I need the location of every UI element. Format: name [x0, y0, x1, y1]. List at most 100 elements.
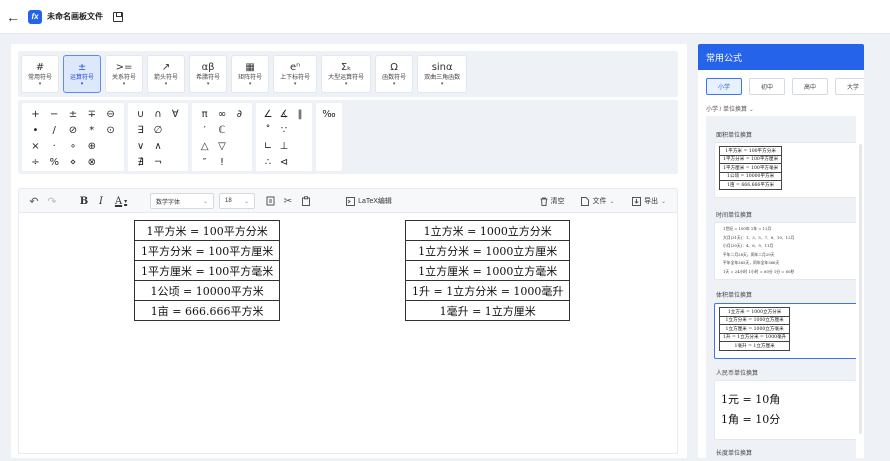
symbol-button[interactable]: ∂ — [231, 106, 248, 122]
symbol-button[interactable]: ¬ — [149, 154, 166, 170]
breadcrumb[interactable]: 小学 / 单位换算 ⌄ — [706, 104, 754, 113]
symbol-button[interactable]: ∡ — [276, 106, 292, 122]
symbol-button[interactable]: ∧ — [149, 138, 166, 154]
formula-cell[interactable]: 1平方米 = 100平方分米 — [718, 146, 783, 156]
formula-cell[interactable]: 1立方厘米 = 1000立方毫米 — [404, 260, 571, 281]
sidebar-scrollbar[interactable] — [859, 144, 862, 434]
redo-icon[interactable]: ↷ — [45, 189, 59, 213]
symbol-button[interactable]: * — [82, 122, 101, 138]
formula-cell[interactable]: 1毫升 = 1立方厘米 — [718, 341, 791, 351]
tab-6[interactable]: eⁿ 上下标符号 ▾ — [273, 55, 318, 93]
symbol-button[interactable]: ∘ — [64, 138, 83, 154]
symbol-button[interactable]: ∩ — [149, 106, 166, 122]
formula-cell[interactable]: 1升 = 1立方分米 = 1000毫升 — [404, 280, 571, 301]
symbol-button[interactable]: ⊕ — [82, 138, 101, 154]
formula-cell[interactable]: 1平方厘米 = 100平方毫米 — [718, 163, 783, 173]
symbol-button[interactable]: ∠ — [260, 106, 276, 122]
tab-5[interactable]: ▦ 矩阵符号 ▾ — [231, 55, 270, 93]
formula-cell[interactable]: 1立方分米 = 1000立方厘米 — [718, 315, 791, 325]
tab-9[interactable]: sinα 双曲三角函数 ▾ — [417, 55, 468, 93]
clear-button[interactable]: 清空 — [535, 189, 569, 213]
text-color-icon[interactable]: A ▾ — [111, 189, 131, 213]
symbol-button[interactable]: ⊗ — [82, 154, 101, 170]
symbol-button[interactable]: ∃ — [132, 122, 149, 138]
level-tab-3[interactable]: 大学 — [835, 78, 864, 95]
symbol-button[interactable]: + — [26, 106, 45, 122]
formula-cell[interactable]: 1平方厘米 = 100平方毫米 — [133, 260, 281, 281]
file-menu-button[interactable]: 文件 ⌄ — [577, 189, 619, 213]
symbol-button[interactable]: ∟ — [260, 138, 276, 154]
tab-4[interactable]: αβ 希腊符号 ▾ — [189, 55, 228, 93]
symbol-button[interactable]: ⊙ — [101, 122, 120, 138]
latex-edit-button[interactable]: LaTeX编辑 — [341, 189, 397, 213]
formula-cell[interactable]: 1平方分米 = 100平方厘米 — [133, 240, 281, 261]
formula-cell[interactable]: 1亩 = 666.666平方米 — [718, 180, 783, 190]
formula-card-area[interactable]: 1平方米 = 100平方分米 1平方分米 = 100平方厘米 1平方厘米 = 100… — [714, 142, 856, 198]
symbol-button[interactable]: ˚ — [260, 122, 276, 138]
symbol-button[interactable]: ⊘ — [64, 122, 83, 138]
symbol-button[interactable]: ⊖ — [101, 106, 120, 122]
symbol-button[interactable]: ∅ — [149, 122, 166, 138]
bold-icon[interactable]: B — [77, 189, 91, 213]
symbol-button[interactable]: ▽ — [213, 138, 230, 154]
tab-8[interactable]: Ω 函数符号 ▾ — [375, 55, 414, 93]
symbol-button[interactable]: / — [45, 122, 64, 138]
symbol-button[interactable]: π — [196, 106, 213, 122]
font-size-select[interactable]: 18 ⌄ — [219, 193, 255, 209]
formula-card-volume[interactable]: 1立方米 = 1000立方分米 1立方分米 = 1000立方厘米 1立方厘米 = 1… — [714, 303, 856, 359]
volume-conversion-table[interactable]: 1立方米 = 1000立方分米 1立方分米 = 1000立方厘米 1立方厘米 = 1… — [404, 220, 571, 321]
tab-1[interactable]: ± 运算符号 ▾ — [63, 55, 102, 93]
export-menu-button[interactable]: 导出 ⌄ — [627, 189, 671, 213]
italic-icon[interactable]: I — [94, 189, 108, 213]
formula-card-time[interactable]: 1世纪 = 100年 1年 = 12月 大月(31天)：1、3、5、7、8、10、… — [714, 222, 856, 280]
formula-card-rmb[interactable]: 1元 = 10角 1角 = 10分 — [714, 380, 856, 440]
symbol-button[interactable]: ′ — [196, 122, 213, 138]
symbol-button[interactable]: ∓ — [82, 106, 101, 122]
formula-cell[interactable]: 1亩 = 666.666平方米 — [133, 300, 281, 321]
level-tab-0[interactable]: 小学 — [706, 78, 742, 95]
tab-0[interactable]: # 常用符号 ▾ — [21, 55, 60, 93]
formula-cell[interactable]: 1平方米 = 100平方分米 — [133, 220, 281, 241]
formula-cell[interactable]: 1公顷 = 10000平方米 — [133, 280, 281, 301]
area-conversion-table[interactable]: 1平方米 = 100平方分米 1平方分米 = 100平方厘米 1平方厘米 = 100… — [133, 220, 281, 321]
formula-cell[interactable]: 1公顷 = 10000平方米 — [718, 171, 783, 181]
tab-3[interactable]: ↗ 箭头符号 ▾ — [147, 55, 186, 93]
formula-cell[interactable]: 1立方厘米 = 1000立方毫米 — [718, 324, 791, 334]
symbol-button[interactable]: ∞ — [213, 106, 230, 122]
symbol-button[interactable]: • — [26, 122, 45, 138]
cut-icon[interactable]: ✂ — [281, 189, 295, 213]
document-title[interactable]: 未命名画板文件 — [47, 11, 103, 22]
symbol-button[interactable]: ! — [213, 154, 230, 170]
symbol-button[interactable]: % — [45, 154, 64, 170]
save-icon[interactable] — [113, 11, 123, 22]
formula-cell[interactable]: 1立方米 = 1000立方分米 — [404, 220, 571, 241]
formula-cell[interactable]: 1立方分米 = 1000立方厘米 — [404, 240, 571, 261]
symbol-button[interactable]: ∵ — [276, 122, 292, 138]
symbol-button[interactable]: ∴ — [260, 154, 276, 170]
paste-icon[interactable] — [299, 189, 313, 213]
symbol-button[interactable]: ∪ — [132, 106, 149, 122]
formula-cell[interactable]: 1平方分米 = 100平方厘米 — [718, 154, 783, 164]
formula-cell[interactable]: 1立方米 = 1000立方分米 — [718, 307, 791, 317]
symbol-button[interactable]: ⊥ — [276, 138, 292, 154]
symbol-button[interactable]: ∀ — [167, 106, 184, 122]
symbol-button[interactable]: · — [45, 138, 64, 154]
symbol-button[interactable]: ⊲ — [276, 154, 292, 170]
symbol-button[interactable]: ‰ — [320, 106, 338, 122]
tab-2[interactable]: >= 关系符号 ▾ — [105, 55, 144, 93]
copy-format-icon[interactable] — [263, 189, 277, 213]
level-tab-2[interactable]: 高中 — [792, 78, 828, 95]
formula-canvas[interactable]: 1平方米 = 100平方分米 1平方分米 = 100平方厘米 1平方厘米 = 100… — [19, 214, 677, 453]
symbol-button[interactable]: ⋄ — [64, 154, 83, 170]
symbol-button[interactable]: ± — [64, 106, 83, 122]
symbol-button[interactable]: ″ — [196, 154, 213, 170]
undo-icon[interactable]: ↶ — [27, 189, 41, 213]
symbol-button[interactable]: △ — [196, 138, 213, 154]
tab-7[interactable]: Σₖ 大型运算符号 ▾ — [321, 55, 372, 93]
font-family-select[interactable]: 数学字体 ⌄ — [150, 193, 214, 209]
symbol-button[interactable]: ℂ — [213, 122, 230, 138]
back-arrow-icon[interactable]: ← — [6, 9, 20, 25]
symbol-button[interactable]: ÷ — [26, 154, 45, 170]
symbol-button[interactable]: ∨ — [132, 138, 149, 154]
symbol-button[interactable]: ∄ — [132, 154, 149, 170]
